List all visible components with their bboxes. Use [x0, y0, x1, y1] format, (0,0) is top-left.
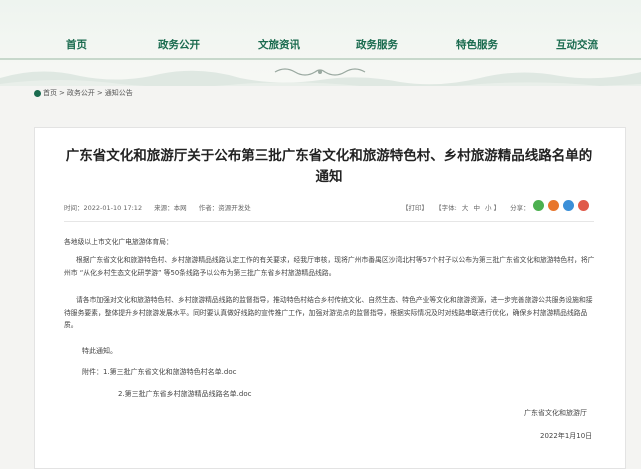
nav-item-government-services[interactable]: 政务服务	[356, 37, 398, 52]
qq-share-icon[interactable]	[563, 200, 574, 211]
article-tools: 【打印】 【字体: 大 中 小 】 分享：	[402, 202, 535, 212]
breadcrumb-home[interactable]: 首页	[43, 88, 57, 98]
print-button[interactable]: 【打印】	[402, 204, 428, 212]
font-medium-button[interactable]: 中	[473, 204, 480, 212]
weibo-share-icon[interactable]	[548, 200, 559, 211]
nav-item-home[interactable]: 首页	[66, 37, 87, 52]
wechat-share-icon[interactable]	[533, 200, 544, 211]
attachment-link[interactable]: 2.第三批广东省乡村旅游精品线路名单.doc	[118, 389, 251, 399]
nav-item-featured-services[interactable]: 特色服务	[456, 37, 498, 52]
font-large-button[interactable]: 大	[462, 204, 469, 212]
closing-text: 特此通知。	[82, 347, 117, 355]
share-label: 分享：	[510, 204, 530, 212]
publish-date: 时间：2022-01-10 17:12	[64, 204, 143, 212]
more-share-icon[interactable]	[578, 200, 589, 211]
signature: 广东省文化和旅游厅	[524, 409, 587, 417]
location-pin-icon	[34, 89, 41, 97]
body-paragraph: 请各市加强对文化和旅游特色村、乡村旅游精品线路的监督指导，推动特色村结合乡村传统…	[64, 296, 593, 329]
breadcrumb-separator: >	[96, 89, 103, 97]
nav-item-culture-tourism-news[interactable]: 文旅资讯	[258, 37, 300, 52]
salutation: 各地级以上市文化广电旅游体育局：	[64, 238, 173, 246]
nav-item-government-affairs[interactable]: 政务公开	[158, 37, 200, 52]
nav-divider	[0, 58, 641, 60]
article-meta: 时间：2022-01-10 17:12 来源：本网 作者：资源开发处	[64, 202, 261, 212]
font-size-label: 【字体:	[435, 204, 457, 212]
main-nav: 首页 政务公开 文旅资讯 政务服务 特色服务 互动交流	[0, 0, 641, 60]
attachment-link[interactable]: 附件：1.第三批广东省文化和旅游特色村名单.doc	[82, 367, 236, 377]
article-source: 来源：本网	[154, 204, 187, 212]
article-author: 作者：资源开发处	[198, 204, 251, 212]
cloud-ornament-icon	[274, 68, 366, 76]
font-size-end: 】	[493, 204, 501, 212]
article-title-line: 广东省文化和旅游厅关于公布第三批广东省文化和旅游特色村、乡村旅游精品线路名单的	[65, 148, 593, 164]
article-title-line: 通知	[315, 169, 343, 185]
breadcrumb-separator: >	[59, 89, 65, 97]
breadcrumb-notices[interactable]: 通知公告	[105, 88, 133, 98]
body-paragraph: 根据广东省文化和旅游特色村、乡村旅游精品线路认定工作的有关要求，经我厅审核，现将…	[64, 256, 595, 277]
breadcrumb: 首页 > 政务公开 > 通知公告	[34, 88, 133, 98]
font-small-button[interactable]: 小	[485, 204, 492, 212]
article-title: 广东省文化和旅游厅关于公布第三批广东省文化和旅游特色村、乡村旅游精品线路名单的 …	[34, 146, 624, 188]
meta-divider	[64, 221, 594, 222]
document-date: 2022年1月10日	[540, 432, 593, 440]
nav-item-interaction[interactable]: 互动交流	[556, 37, 598, 52]
breadcrumb-government-affairs[interactable]: 政务公开	[67, 88, 95, 98]
